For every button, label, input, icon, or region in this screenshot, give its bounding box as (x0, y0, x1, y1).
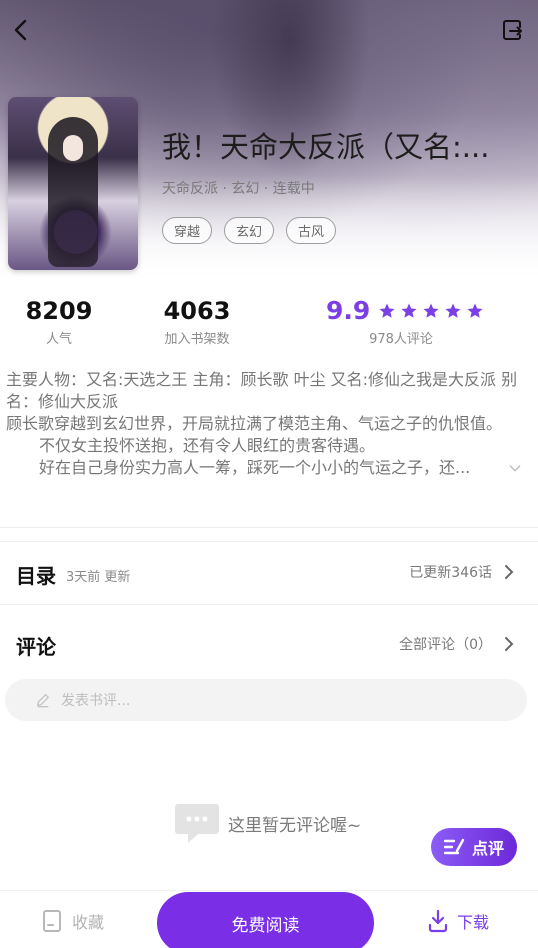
back-button[interactable] (4, 12, 40, 48)
favorite-button[interactable]: 收藏 (42, 909, 104, 933)
comments-title: 评论 (16, 635, 56, 659)
bottom-bar: 收藏 免费阅读 下载 (0, 890, 538, 948)
popularity-stat: 8209 人气 (22, 296, 96, 347)
comment-input[interactable]: 发表书评... (5, 679, 527, 721)
chat-bubble-icon (175, 804, 219, 843)
star-icon (423, 303, 439, 318)
section-divider (0, 604, 538, 605)
free-read-button[interactable]: 免费阅读 (157, 892, 374, 948)
download-label: 下载 (457, 913, 490, 932)
catalog-title: 目录 (16, 564, 56, 588)
catalog-updated: 3天前 更新 (66, 570, 131, 585)
tag-list: 穿越 玄幻 古风 (162, 217, 337, 244)
stats-row: 8209 人气 4063 加入书架数 9.9 978人评论 (0, 296, 538, 356)
catalog-link[interactable]: 已更新346话 (409, 562, 516, 582)
share-out-icon (503, 20, 522, 40)
intro-line: 主要人物：又名:天选之王 主角：顾长歌 叶尘 又名:修仙之我是大反派 别名：修仙… (6, 370, 518, 411)
comment-placeholder: 发表书评... (61, 693, 131, 709)
empty-state: 这里暂无评论喔~ (174, 803, 361, 843)
shelf-value: 4063 (163, 297, 231, 325)
book-intro[interactable]: 主要人物：又名:天选之王 主角：顾长歌 叶尘 又名:修仙之我是大反派 别名：修仙… (6, 369, 526, 479)
cover-face (63, 135, 83, 161)
star-icon (401, 303, 417, 318)
shelf-stat: 4063 加入书架数 (155, 296, 239, 347)
chevron-left-icon (14, 19, 27, 41)
reviews-label: 978人评论 (369, 332, 433, 347)
edit-lines-icon (443, 838, 465, 855)
rating-stars (378, 302, 484, 320)
book-title: 我！天命大反派（又名:... (162, 130, 490, 164)
pencil-icon (37, 694, 49, 708)
download-icon (428, 909, 448, 933)
star-icon (379, 303, 395, 318)
shelf-label: 加入书架数 (164, 332, 230, 347)
intro-line: 不仅女主投怀送抱，还有令人眼红的贵客待遇。 (39, 436, 376, 455)
intro-line: 好在自己身份实力高人一筹，踩死一个小小的气运之子，还... (39, 458, 471, 477)
section-divider (0, 527, 538, 528)
share-button[interactable] (494, 12, 530, 48)
all-comments-label: 全部评论（0） (399, 637, 492, 653)
popularity-label: 人气 (45, 332, 72, 347)
chevron-right-icon (505, 565, 514, 579)
empty-text: 这里暂无评论喔~ (228, 815, 362, 836)
favorite-label: 收藏 (72, 913, 105, 932)
rate-label: 点评 (471, 839, 504, 858)
star-icon (445, 303, 461, 318)
catalog-count: 已更新346话 (409, 565, 492, 581)
book-meta: 天命反派 · 玄幻 · 连载中 (162, 181, 315, 197)
rating-score: 9.9 (326, 296, 371, 325)
download-button[interactable]: 下载 (427, 909, 489, 933)
rate-button[interactable]: 点评 (431, 828, 517, 866)
tag-chip[interactable]: 穿越 (162, 217, 213, 244)
tag-chip[interactable]: 玄幻 (224, 217, 275, 244)
book-cover[interactable] (8, 97, 138, 270)
rating-stat[interactable]: 9.9 978人评论 (326, 296, 486, 347)
section-divider (0, 541, 538, 542)
star-icon (467, 303, 483, 318)
popularity-value: 8209 (25, 297, 93, 325)
bookmark-icon (43, 910, 61, 932)
intro-line: 顾长歌穿越到玄幻世界，开局就拉满了模范主角、气运之子的仇恨值。 (6, 414, 503, 433)
chevron-right-icon (505, 637, 514, 651)
chevron-down-icon[interactable] (507, 460, 523, 476)
tag-chip[interactable]: 古风 (286, 217, 337, 244)
all-comments-link[interactable]: 全部评论（0） (399, 634, 516, 654)
